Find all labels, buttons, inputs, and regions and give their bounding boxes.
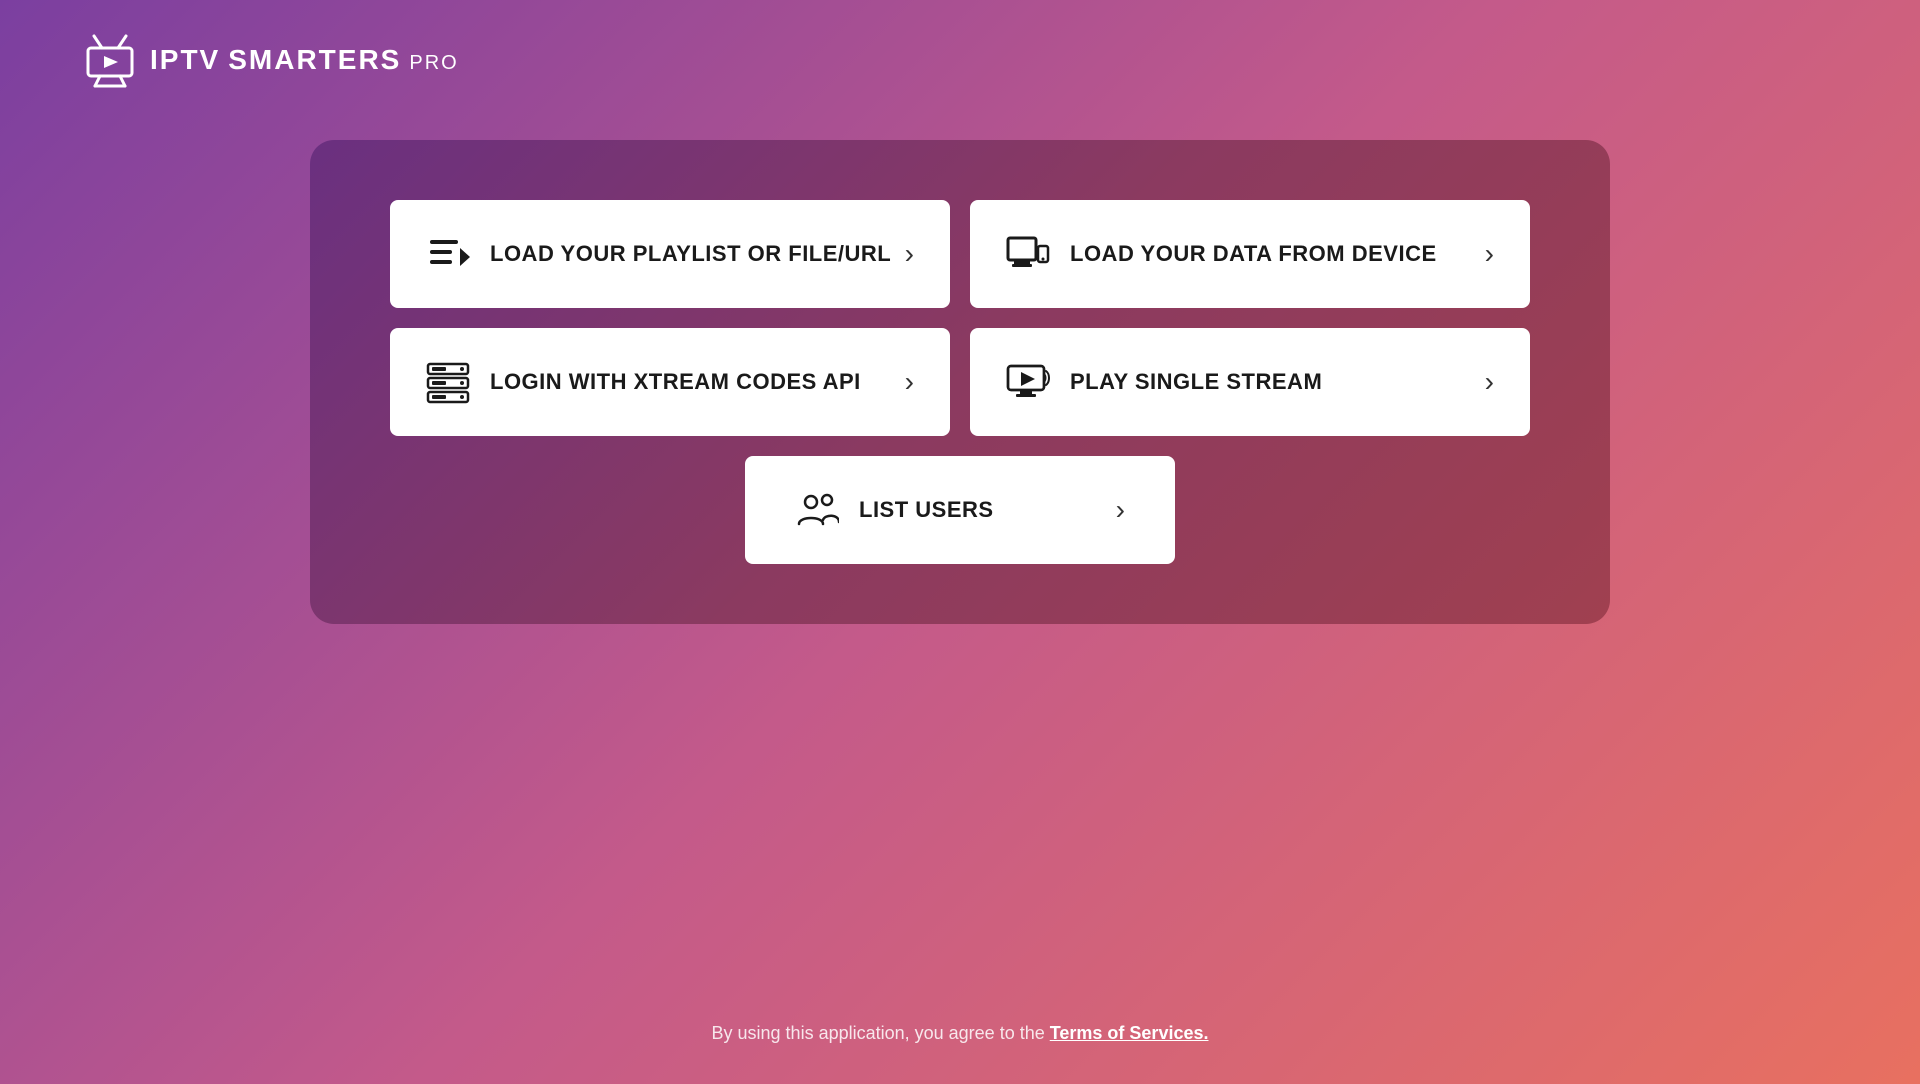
logo-text: IPTV SMARTERS PRO [150,46,459,74]
device-icon [1006,232,1050,276]
logo-smarters: SMARTERS [228,46,401,74]
xtream-api-label: LOGIN WITH XTREAM CODES API [490,369,861,395]
logo-icon [80,30,140,90]
playlist-icon [426,232,470,276]
list-users-button[interactable]: LIST USERS › [745,456,1175,564]
header: IPTV SMARTERS PRO [0,0,1920,120]
stream-icon [1006,360,1050,404]
chevron-right-icon: › [1116,494,1125,526]
load-device-button[interactable]: LOAD YOUR DATA FROM DEVICE › [970,200,1530,308]
load-playlist-label: LOAD YOUR PLAYLIST OR FILE/URL [490,241,891,267]
load-device-label: LOAD YOUR DATA FROM DEVICE [1070,241,1437,267]
terms-link[interactable]: Terms of Services. [1050,1023,1209,1043]
users-icon [795,488,839,532]
list-users-label: LIST USERS [859,497,994,523]
buttons-grid: LOAD YOUR PLAYLIST OR FILE/URL › LOAD YO… [390,200,1530,436]
logo-iptv: IPTV [150,46,220,74]
logo-pro: PRO [409,53,458,73]
xtream-api-button[interactable]: LOGIN WITH XTREAM CODES API › [390,328,950,436]
chevron-icon: › [905,238,914,270]
chevron-icon: › [905,366,914,398]
logo: IPTV SMARTERS PRO [80,30,459,90]
single-stream-label: PLAY SINGLE STREAM [1070,369,1322,395]
footer-text: By using this application, you agree to … [712,1023,1050,1043]
load-playlist-button[interactable]: LOAD YOUR PLAYLIST OR FILE/URL › [390,200,950,308]
xtream-icon [426,360,470,404]
main-card: LOAD YOUR PLAYLIST OR FILE/URL › LOAD YO… [310,140,1610,624]
center-button-wrapper: LIST USERS › [390,456,1530,564]
chevron-icon: › [1485,366,1494,398]
footer: By using this application, you agree to … [0,1023,1920,1044]
single-stream-button[interactable]: PLAY SINGLE STREAM › [970,328,1530,436]
chevron-icon: › [1485,238,1494,270]
